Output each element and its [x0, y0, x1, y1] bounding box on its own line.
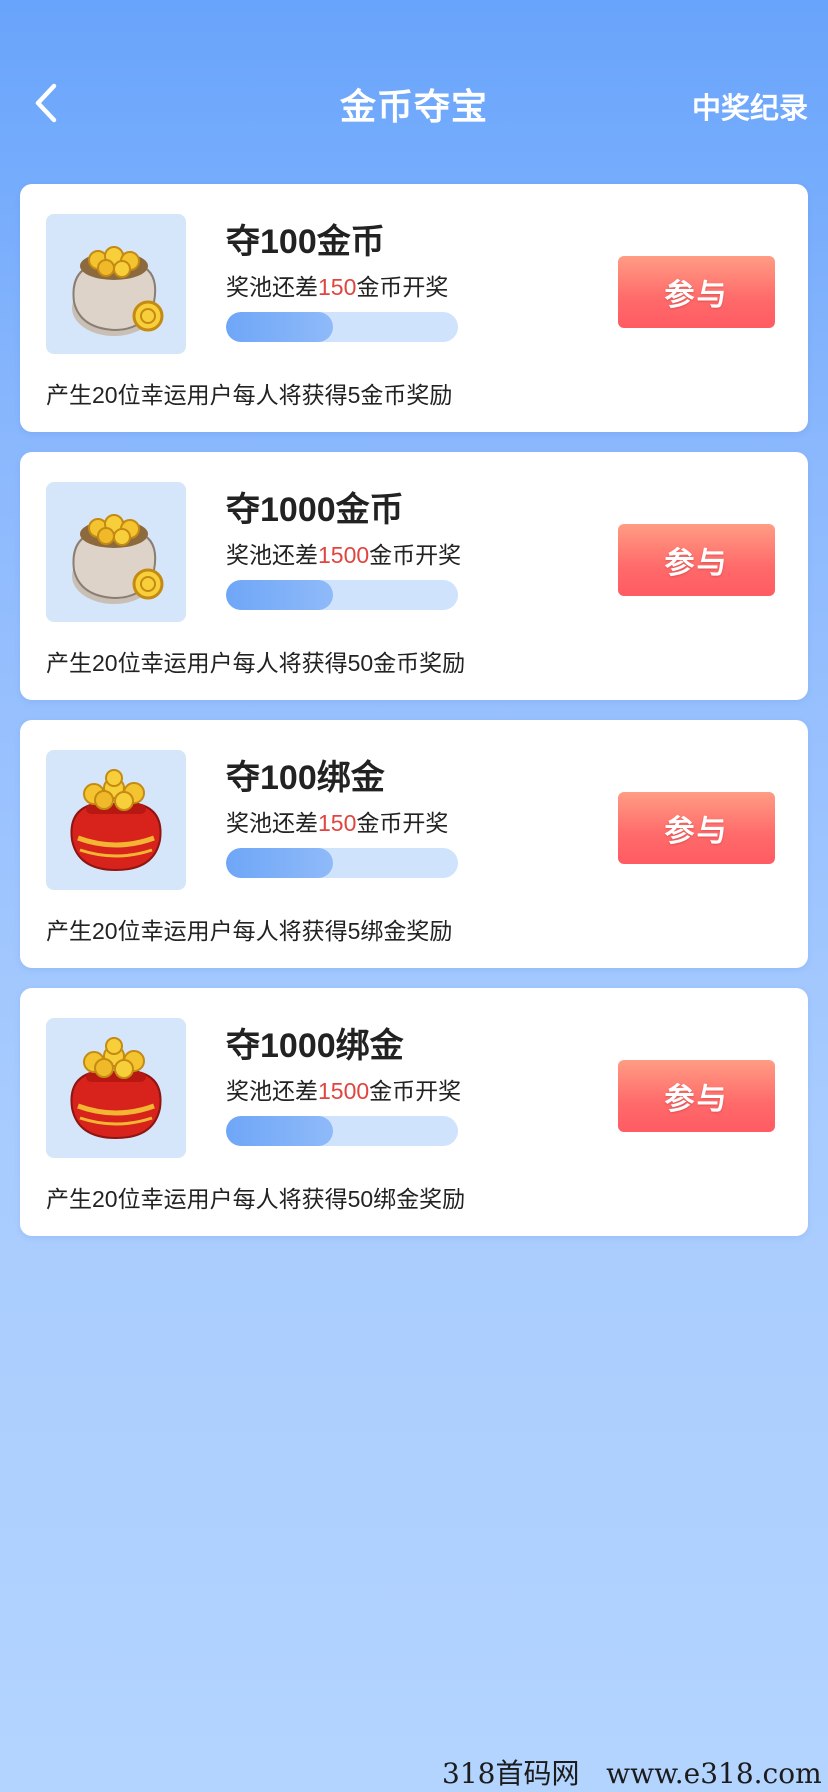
prize-card: 夺100绑金 奖池还差150金币开奖 产生20位幸运用户每人将获得5绑金奖励 参…: [20, 720, 808, 968]
join-button[interactable]: 参与: [618, 1060, 775, 1132]
prize-thumbnail: [46, 482, 186, 622]
prize-title: 夺1000绑金: [226, 1027, 404, 1065]
prize-card: 夺1000金币 奖池还差1500金币开奖 产生20位幸运用户每人将获得50金币奖…: [20, 452, 808, 700]
prize-thumbnail: [46, 214, 186, 354]
pool-amount: 1500: [318, 1078, 370, 1104]
progress-fill: [226, 312, 333, 342]
prize-description: 产生20位幸运用户每人将获得5金币奖励: [46, 382, 453, 408]
pool-amount: 150: [318, 274, 357, 300]
progress-bar: [226, 580, 458, 610]
winning-records-link[interactable]: 中奖纪录: [692, 85, 808, 127]
progress-fill: [226, 580, 333, 610]
coin-sack-icon: [72, 246, 164, 336]
pool-amount: 1500: [318, 542, 370, 568]
coin-sack-icon: [72, 514, 164, 604]
prize-description: 产生20位幸运用户每人将获得50绑金奖励: [46, 1186, 466, 1212]
prize-description: 产生20位幸运用户每人将获得50金币奖励: [46, 650, 466, 676]
prize-card: 夺100金币 奖池还差150金币开奖 产生20位幸运用户每人将获得5金币奖励 参…: [20, 184, 808, 432]
progress-bar: [226, 312, 458, 342]
prize-thumbnail: [46, 1018, 186, 1158]
red-lucky-bag-icon: [70, 1037, 162, 1140]
prize-description: 产生20位幸运用户每人将获得5绑金奖励: [46, 918, 453, 944]
join-button[interactable]: 参与: [618, 256, 775, 328]
site-watermark: 318首码网 www.e318.com: [442, 1757, 822, 1790]
progress-bar: [226, 848, 458, 878]
pool-remaining-text: 奖池还差1500金币开奖: [226, 542, 462, 568]
prize-card: 夺1000绑金 奖池还差1500金币开奖 产生20位幸运用户每人将获得50绑金奖…: [20, 988, 808, 1236]
progress-fill: [226, 848, 333, 878]
pool-remaining-text: 奖池还差150金币开奖: [226, 274, 449, 300]
join-button[interactable]: 参与: [618, 792, 775, 864]
pool-amount: 150: [318, 810, 357, 836]
red-lucky-bag-icon: [70, 769, 162, 872]
prize-title: 夺100绑金: [226, 759, 385, 797]
progress-fill: [226, 1116, 333, 1146]
join-button[interactable]: 参与: [618, 524, 775, 596]
prize-title: 夺1000金币: [226, 491, 404, 529]
pool-remaining-text: 奖池还差150金币开奖: [226, 810, 449, 836]
pool-remaining-text: 奖池还差1500金币开奖: [226, 1078, 462, 1104]
top-bar: 金币夺宝 中奖纪录: [0, 0, 828, 170]
prize-thumbnail: [46, 750, 186, 890]
progress-bar: [226, 1116, 458, 1146]
prize-title: 夺100金币: [226, 223, 385, 261]
